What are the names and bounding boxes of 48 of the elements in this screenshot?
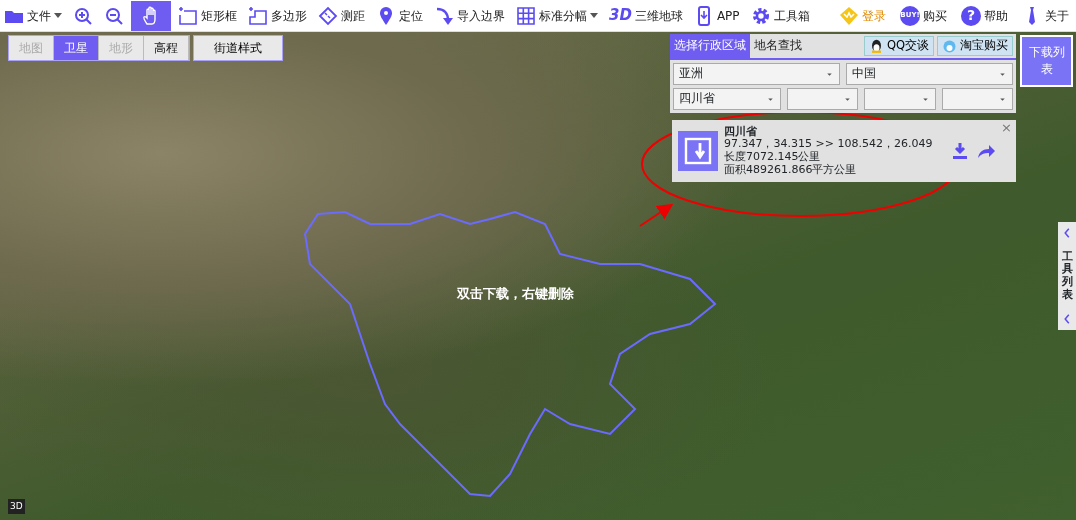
gear-icon	[750, 5, 771, 26]
region-area: 面积489261.866平方公里	[724, 163, 944, 177]
toolbar-button[interactable]: 文件	[0, 0, 66, 31]
bubble-icon	[942, 38, 957, 54]
polygon-icon	[248, 5, 268, 26]
toolbar-button[interactable]: 多边形	[244, 0, 311, 31]
grid-icon	[516, 5, 536, 26]
download-list-button[interactable]: 下载列表	[1020, 35, 1073, 87]
toolbar-button[interactable]: 工具箱	[746, 0, 814, 31]
region-name: 四川省	[724, 125, 758, 139]
curved-arrow-icon	[434, 5, 454, 26]
select-field[interactable]	[864, 88, 936, 110]
select-field[interactable]: 四川省	[673, 88, 781, 110]
side-tab-label[interactable]: 工具列表	[1061, 250, 1073, 302]
chat-button[interactable]: QQ交谈	[863, 36, 934, 56]
toolbar-button[interactable]: ? 帮助	[957, 0, 1012, 31]
map-type-tab[interactable]: 高程	[144, 36, 189, 60]
download-box-icon	[678, 131, 718, 171]
zoom-in-icon	[73, 5, 93, 26]
close-button[interactable]: ×	[1001, 121, 1012, 134]
annotation-arrow	[639, 203, 674, 227]
toolbar-button[interactable]: 关于	[1018, 0, 1073, 31]
select-field[interactable]: 亚洲	[673, 63, 840, 85]
map-type-tab[interactable]: 卫星	[54, 36, 99, 60]
toolbar-button[interactable]: 定位	[372, 0, 427, 31]
region-length: 长度7072.145公里	[724, 151, 822, 164]
toolbar-button[interactable]	[131, 0, 171, 31]
select-field[interactable]	[941, 88, 1013, 110]
toolbar-button[interactable]: APP	[689, 0, 744, 31]
3d-icon: 3D	[609, 4, 632, 27]
select-field[interactable]: 中国	[846, 63, 1013, 85]
zoom-out-icon	[104, 5, 124, 26]
panel-tab[interactable]: 选择行政区域	[670, 34, 750, 58]
map-hint: 双击下载，右键删除	[457, 285, 574, 303]
toolbar-button[interactable]: 标准分幅	[512, 0, 602, 31]
toolbar-button[interactable]: 测距	[314, 0, 369, 31]
shop-button[interactable]: 淘宝购买	[937, 36, 1013, 56]
toolbar-button[interactable]: 矩形框	[174, 0, 241, 31]
ruler-icon	[318, 5, 338, 26]
download-icon	[950, 141, 970, 161]
panel-tab[interactable]: 地名查找	[750, 34, 806, 58]
help-icon: ?	[961, 5, 981, 26]
street-style-button[interactable]: 街道样式	[193, 35, 283, 61]
toolbar-button[interactable]: 导入边界	[430, 0, 509, 31]
3d-label: 3D	[8, 498, 25, 514]
region-coordinates: 97.347，34.315 >> 108.542，26.049	[724, 138, 934, 151]
toolbar-button[interactable]: 3D 三维地球	[605, 0, 687, 31]
select-field[interactable]	[786, 88, 858, 110]
